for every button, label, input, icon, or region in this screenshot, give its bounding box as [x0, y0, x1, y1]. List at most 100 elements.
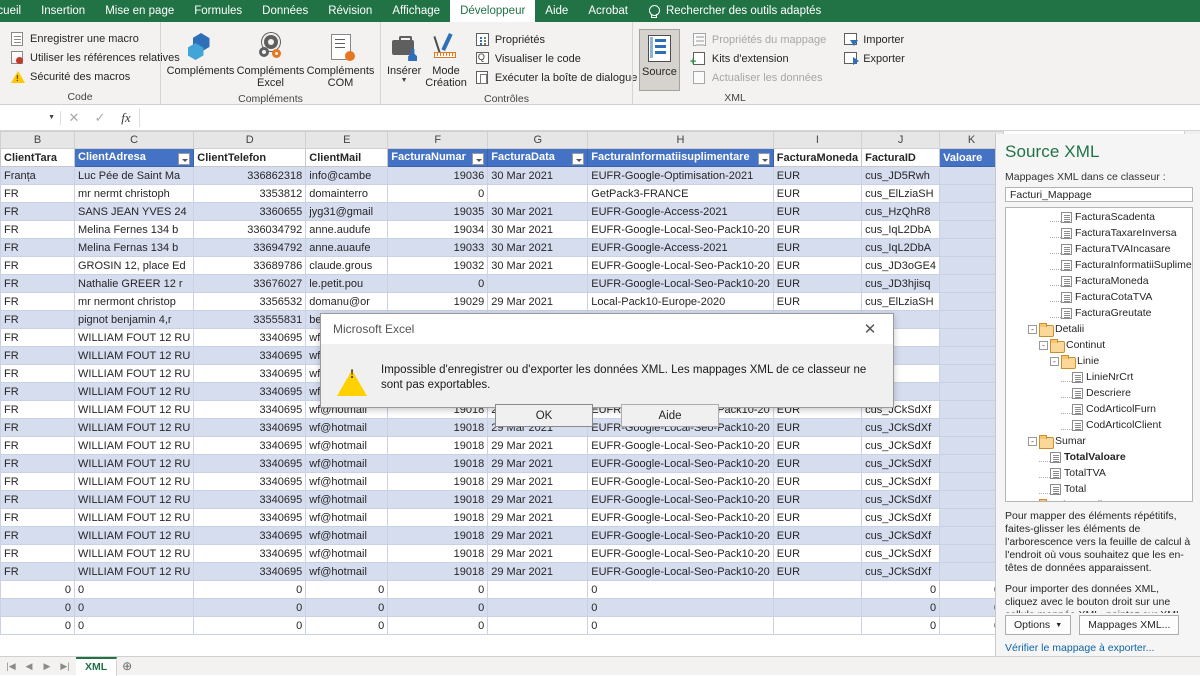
cell[interactable]: [940, 293, 1004, 311]
cell[interactable]: 0: [862, 599, 940, 617]
cell[interactable]: 29 Mar 2021: [488, 491, 588, 509]
cell[interactable]: 0: [1, 599, 75, 617]
cell[interactable]: [940, 347, 1004, 365]
filter-dropdown-icon[interactable]: [572, 153, 584, 165]
cell[interactable]: FR: [1, 491, 75, 509]
cell[interactable]: EUR: [773, 167, 861, 185]
cell[interactable]: EUFR-Google-Local-Seo-Pack10-20: [588, 509, 774, 527]
cell[interactable]: EUFR-Google-Access-2021: [588, 203, 774, 221]
cell[interactable]: [940, 473, 1004, 491]
cell[interactable]: mr nermont christop: [75, 293, 194, 311]
cell[interactable]: cus_ElLziaSH: [862, 293, 940, 311]
cell[interactable]: FR: [1, 221, 75, 239]
cell[interactable]: EUFR-Google-Local-Seo-Pack10-20: [588, 275, 774, 293]
cell[interactable]: [940, 419, 1004, 437]
table-row[interactable]: FRNathalie GREER 12 r33676027le.petit.po…: [1, 275, 1004, 293]
cell[interactable]: 33555831: [194, 311, 306, 329]
xml-tree-node-linie[interactable]: -Linie: [1006, 353, 1192, 369]
cell[interactable]: cus_ElLziaSH: [862, 185, 940, 203]
cell[interactable]: 0: [388, 185, 488, 203]
cell[interactable]: [773, 617, 861, 635]
table-row[interactable]: FRWILLIAM FOUT 12 RU3340695wf@hotmail190…: [1, 527, 1004, 545]
xml-options-button[interactable]: Options ▼: [1005, 615, 1071, 635]
xml-tree-node-facturamoneda[interactable]: FacturaMoneda: [1006, 273, 1192, 289]
cell[interactable]: WILLIAM FOUT 12 RU: [75, 365, 194, 383]
insert-control-chevron-down-icon[interactable]: ▼: [401, 77, 408, 84]
cell[interactable]: [940, 239, 1004, 257]
ribbon-tab-r-vision[interactable]: Révision: [318, 0, 382, 22]
cell[interactable]: claude.grous: [306, 257, 388, 275]
cell[interactable]: EUFR-Google-Local-Seo-Pack10-20: [588, 527, 774, 545]
cell[interactable]: EUR: [773, 221, 861, 239]
cell[interactable]: 0: [306, 581, 388, 599]
addins-button[interactable]: Compléments: [166, 29, 236, 80]
cell[interactable]: 3340695: [194, 455, 306, 473]
filter-dropdown-icon[interactable]: [758, 153, 770, 165]
cell[interactable]: [940, 221, 1004, 239]
xml-tree-node-facturacotatva[interactable]: FacturaCotaTVA: [1006, 289, 1192, 305]
table-row[interactable]: FRmr nermt christoph3353812domainterro0G…: [1, 185, 1004, 203]
ribbon-tab-insertion[interactable]: Insertion: [31, 0, 95, 22]
run-dialog-button[interactable]: Exécuter la boîte de dialogue: [473, 70, 641, 86]
table-row[interactable]: FRWILLIAM FOUT 12 RU3340695wf@hotmail190…: [1, 455, 1004, 473]
xml-tree-node-facturainformatiisuplimentare[interactable]: FacturaInformatiiSuplimentare: [1006, 257, 1192, 273]
cell[interactable]: cus_JD3hjisq: [862, 275, 940, 293]
table-row[interactable]: FRmr nermont christop3356532domanu@or190…: [1, 293, 1004, 311]
table-row[interactable]: FranțaLuc Pée de Saint Ma336862318info@c…: [1, 167, 1004, 185]
name-box[interactable]: ▼: [0, 108, 60, 127]
field-header-valoare[interactable]: Valoare: [940, 149, 1004, 167]
column-header-E[interactable]: E: [306, 132, 388, 149]
field-header-clientmail[interactable]: ClientMail: [306, 149, 388, 167]
table-row[interactable]: 00000000: [1, 581, 1004, 599]
cell[interactable]: FR: [1, 185, 75, 203]
formula-input[interactable]: [139, 108, 1200, 127]
cell[interactable]: WILLIAM FOUT 12 RU: [75, 545, 194, 563]
cell[interactable]: [940, 563, 1004, 581]
cell[interactable]: EUR: [773, 545, 861, 563]
cell[interactable]: EUR: [773, 257, 861, 275]
cell[interactable]: [773, 599, 861, 617]
field-header-clienttelefon[interactable]: ClientTelefon: [194, 149, 306, 167]
cell[interactable]: Luc Pée de Saint Ma: [75, 167, 194, 185]
tell-me-search[interactable]: Rechercher des outils adaptés: [638, 0, 831, 22]
cell[interactable]: 0: [388, 599, 488, 617]
cell[interactable]: WILLIAM FOUT 12 RU: [75, 455, 194, 473]
cell[interactable]: 29 Mar 2021: [488, 527, 588, 545]
cell[interactable]: [940, 383, 1004, 401]
cell[interactable]: [940, 401, 1004, 419]
cell[interactable]: 29 Mar 2021: [488, 293, 588, 311]
cell[interactable]: cus_HzQhR8: [862, 203, 940, 221]
ribbon-tab-mise-en-page[interactable]: Mise en page: [95, 0, 184, 22]
cell[interactable]: 3360655: [194, 203, 306, 221]
xml-tree-node-facturatvaincasare[interactable]: FacturaTVAIncasare: [1006, 241, 1192, 257]
cell[interactable]: [940, 455, 1004, 473]
import-button[interactable]: Importer: [841, 32, 908, 48]
cell[interactable]: wf@hotmail: [306, 473, 388, 491]
cell[interactable]: wf@hotmail: [306, 563, 388, 581]
cell[interactable]: cus_JCkSdXf: [862, 509, 940, 527]
cell[interactable]: EUFR-Google-Local-Seo-Pack10-20: [588, 257, 774, 275]
cell[interactable]: [940, 491, 1004, 509]
cell[interactable]: 19018: [388, 491, 488, 509]
cell[interactable]: 3340695: [194, 563, 306, 581]
nav-prev-icon[interactable]: ◀: [20, 661, 38, 672]
cell[interactable]: cus_JCkSdXf: [862, 563, 940, 581]
field-header-facturadata[interactable]: FacturaData: [488, 149, 588, 167]
view-code-button[interactable]: Visualiser le code: [473, 51, 641, 67]
cell[interactable]: 29 Mar 2021: [488, 563, 588, 581]
cell[interactable]: le.petit.pou: [306, 275, 388, 293]
table-row[interactable]: FRWILLIAM FOUT 12 RU3340695wf@hotmail190…: [1, 545, 1004, 563]
cell[interactable]: 19018: [388, 473, 488, 491]
cell[interactable]: FR: [1, 347, 75, 365]
cell[interactable]: 0: [75, 581, 194, 599]
cell[interactable]: 0: [75, 599, 194, 617]
cell[interactable]: [940, 185, 1004, 203]
table-row[interactable]: FRWILLIAM FOUT 12 RU3340695wf@hotmail190…: [1, 473, 1004, 491]
cell[interactable]: WILLIAM FOUT 12 RU: [75, 419, 194, 437]
cell[interactable]: GetPack3-FRANCE: [588, 185, 774, 203]
cell[interactable]: FR: [1, 293, 75, 311]
cell[interactable]: 30 Mar 2021: [488, 203, 588, 221]
table-row[interactable]: FRSANS JEAN YVES 24 3360655jyg31@gmail19…: [1, 203, 1004, 221]
record-macro-button[interactable]: Enregistrer une macro: [8, 31, 183, 47]
nav-last-icon[interactable]: ▶|: [56, 661, 74, 672]
